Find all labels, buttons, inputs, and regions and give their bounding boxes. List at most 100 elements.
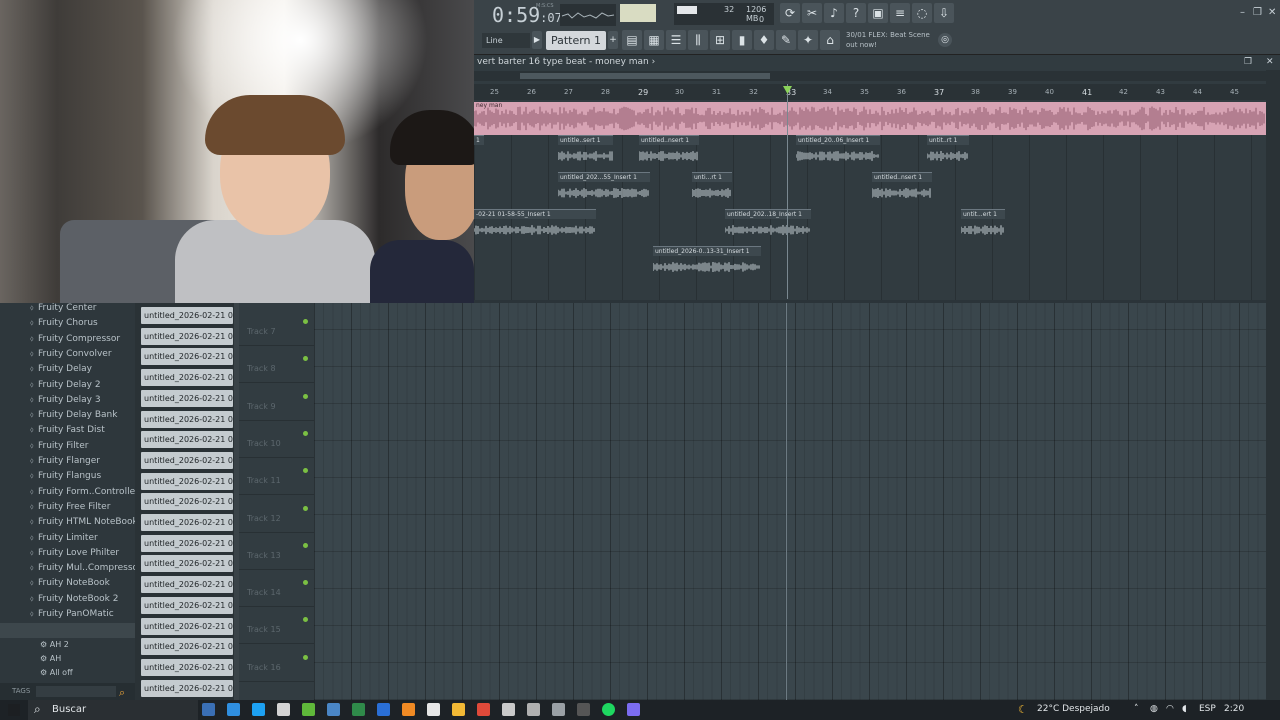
- browser-plugin-item[interactable]: ⬨ Fruity Limiter: [30, 530, 98, 545]
- tray-chevron-icon[interactable]: ˄: [1134, 704, 1139, 714]
- track-header[interactable]: Track 7: [239, 309, 314, 346]
- browser-plugin-item[interactable]: ⬨ Fruity Delay Bank: [30, 407, 117, 422]
- track-header[interactable]: Track 9: [239, 384, 314, 421]
- audio-clip[interactable]: untitled_2026-0..13-31_Insert 1: [653, 246, 761, 278]
- track-header[interactable]: Track 11: [239, 458, 314, 496]
- channel-button[interactable]: untitled_2026-02-21 01-: [141, 389, 233, 407]
- wifi-icon[interactable]: ◠: [1166, 704, 1174, 714]
- mixer-view-icon[interactable]: ⫼: [688, 30, 708, 50]
- playlist-grid[interactable]: [314, 303, 1266, 700]
- app-icon[interactable]: [552, 703, 565, 716]
- horizontal-scrollbar[interactable]: [474, 71, 1280, 81]
- channel-button[interactable]: untitled_2026-02-21 01-: [141, 493, 233, 511]
- app-icon[interactable]: [427, 703, 440, 716]
- app-icon[interactable]: [352, 703, 365, 716]
- audio-clip[interactable]: untit..rt 1: [927, 135, 969, 167]
- track-header[interactable]: Track 8: [239, 346, 314, 384]
- track-header[interactable]: Track 13: [239, 533, 314, 570]
- channel-button[interactable]: untitled_2026-02-21 01-: [141, 307, 233, 324]
- restore-window-icon[interactable]: ❐: [1253, 7, 1262, 18]
- volume-icon[interactable]: ◖: [1182, 704, 1187, 714]
- channel-button[interactable]: untitled_2026-02-21 01-: [141, 451, 233, 469]
- browser-plugin-item[interactable]: ⬨ Fruity Center: [30, 300, 96, 315]
- audio-clip[interactable]: unti...rt 1: [692, 172, 732, 204]
- taskbar-search[interactable]: ⌕ Buscar: [28, 700, 198, 720]
- browser-plugin-item[interactable]: ⬨ Fruity Flanger: [30, 453, 100, 468]
- channel-button[interactable]: untitled_2026-02-21 01-: [141, 327, 233, 345]
- playlist-icon[interactable]: ▤: [622, 30, 642, 50]
- channel-button[interactable]: untitled_2026-02-21 01-: [141, 431, 233, 449]
- track-header[interactable]: Track 16: [239, 645, 314, 682]
- track-enable-led[interactable]: [303, 356, 308, 362]
- preset-item[interactable]: ⚙ AH: [40, 652, 61, 666]
- start-icon[interactable]: [8, 704, 20, 716]
- tags-search-input[interactable]: [36, 686, 116, 697]
- piano-roll-icon[interactable]: ▦: [644, 30, 664, 50]
- plugin-database-icon[interactable]: ✦: [798, 30, 818, 50]
- track-enable-led[interactable]: [303, 468, 308, 474]
- save-icon[interactable]: ▣: [868, 3, 888, 23]
- channel-button[interactable]: untitled_2026-02-21 01-: [141, 638, 233, 656]
- audio-clip[interactable]: 1: [474, 135, 484, 167]
- settings-icon[interactable]: [527, 703, 540, 716]
- channel-button[interactable]: untitled_2026-02-21 01-: [141, 534, 233, 552]
- news-hint[interactable]: 30/01 FLEX: Beat Scene out now!: [846, 30, 930, 50]
- audio-clip[interactable]: untitled_202..18_Insert 1: [725, 209, 811, 241]
- explorer-icon[interactable]: [277, 703, 290, 716]
- browser-plugin-item[interactable]: ⬨ Fruity NoteBook 2: [30, 591, 118, 606]
- browser-plugin-item[interactable]: ⬨ Fruity Delay: [30, 361, 92, 376]
- channel-button[interactable]: untitled_2026-02-21 01-: [141, 514, 233, 531]
- mixer-icon[interactable]: ≡: [890, 3, 910, 23]
- edge-icon[interactable]: [227, 703, 240, 716]
- fl-studio-icon[interactable]: [402, 703, 415, 716]
- channel-button[interactable]: untitled_2026-02-21 01-: [141, 596, 233, 614]
- channel-button[interactable]: untitled_2026-02-21 01-: [141, 576, 233, 594]
- channel-button[interactable]: untitled_2026-02-21 01-: [141, 472, 233, 490]
- folder-icon[interactable]: [452, 703, 465, 716]
- track-header[interactable]: Track 10: [239, 421, 314, 458]
- browser-plugin-item[interactable]: ⬨ Fruity Filter: [30, 438, 88, 453]
- master-audio-clip[interactable]: ney man: [474, 102, 1266, 135]
- preset-item[interactable]: ⚙ AH 2: [40, 638, 69, 652]
- track-enable-led[interactable]: [303, 430, 308, 436]
- browser-plugin-item[interactable]: ⬨ Fruity Compressor: [30, 331, 120, 346]
- app-icon[interactable]: [327, 703, 340, 716]
- discord-icon[interactable]: [627, 703, 640, 716]
- audio-clip[interactable]: -02-21 01-58-55_Insert 1: [474, 209, 596, 241]
- track-enable-led[interactable]: [303, 542, 308, 548]
- weather-text[interactable]: 22°C Despejado: [1037, 704, 1110, 714]
- browser-plugin-item[interactable]: ⬨ Fruity Mul..Compressor: [30, 560, 142, 575]
- vertical-scrollbar[interactable]: [1266, 70, 1280, 700]
- spotify-icon[interactable]: [602, 703, 615, 716]
- channel-button[interactable]: untitled_2026-02-21 01-: [141, 369, 233, 387]
- channel-rack-icon[interactable]: ☰: [666, 30, 686, 50]
- plugin-picker-icon[interactable]: ♦: [754, 30, 774, 50]
- channel-button[interactable]: untitled_2026-02-21 01-: [141, 617, 233, 635]
- audio-clip[interactable]: untitle..sert 1: [558, 135, 613, 167]
- browser-plugin-item[interactable]: ⬨ Fruity Fast Dist: [30, 422, 105, 437]
- tray-icon[interactable]: ◍: [1150, 704, 1158, 714]
- track-enable-led[interactable]: [303, 617, 308, 623]
- playlist-close-icon[interactable]: ✕: [1266, 57, 1274, 67]
- blend-notes-icon[interactable]: ✂: [802, 3, 822, 23]
- track-enable-led[interactable]: [303, 654, 308, 660]
- browser-plugin-item[interactable]: ⬨ Fruity Convolver: [30, 346, 112, 361]
- play-pattern-icon[interactable]: ▶: [532, 31, 542, 49]
- help-icon[interactable]: ?: [846, 3, 866, 23]
- browser-plugin-item[interactable]: ⬨ Fruity NoteBook: [30, 575, 110, 590]
- track-enable-led[interactable]: [303, 580, 308, 586]
- browser-plugin-item[interactable]: ⬨ Fruity Form..Controller: [30, 484, 139, 499]
- search-icon[interactable]: ⌕: [119, 684, 125, 701]
- browser-plugin-item[interactable]: ⬨ Fruity Delay 3: [30, 392, 101, 407]
- audio-clip[interactable]: untitled_202...55_Insert 1: [558, 172, 650, 204]
- track-header[interactable]: Track 12: [239, 496, 314, 533]
- add-pattern-icon[interactable]: +: [608, 31, 618, 49]
- channel-button[interactable]: untitled_2026-02-21 01-: [141, 555, 233, 573]
- browser-icon[interactable]: ▮: [732, 30, 752, 50]
- download-icon[interactable]: ⇩: [934, 3, 954, 23]
- browser-plugin-item[interactable]: ⬨ Fruity PanOMatic: [30, 606, 114, 621]
- app-icon[interactable]: [302, 703, 315, 716]
- playlist-restore-icon[interactable]: ❐: [1244, 57, 1252, 67]
- language-indicator[interactable]: ESP: [1199, 704, 1216, 714]
- browser-plugin-item[interactable]: ⬨ Fruity Flangus: [30, 468, 101, 483]
